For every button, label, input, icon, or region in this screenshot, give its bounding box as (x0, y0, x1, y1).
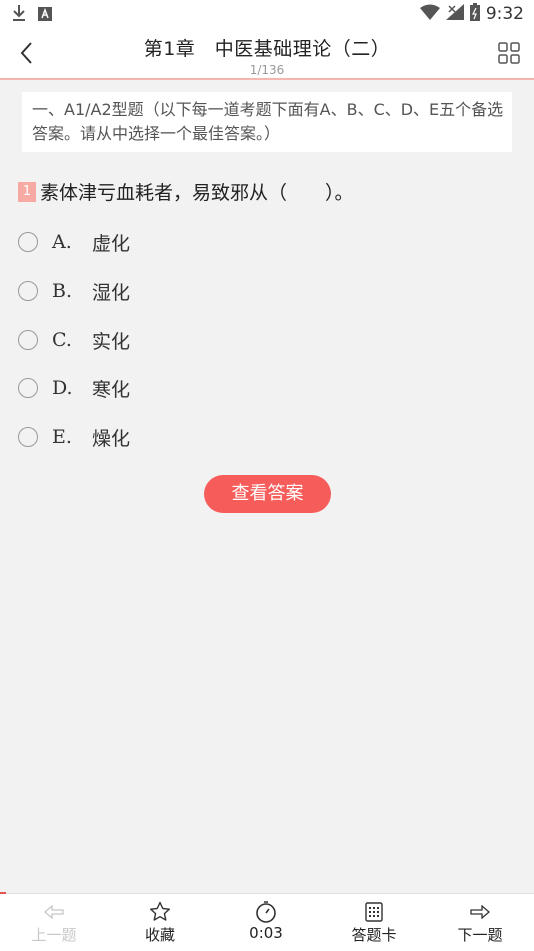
option-text: 燥化 (92, 427, 131, 450)
question-number-badge: 1 (18, 181, 36, 202)
option-e[interactable]: E. 燥化 (18, 423, 130, 451)
bottom-navigation: 上一题 收藏 0:03 答题卡 下一题 (0, 892, 534, 951)
battery-icon (469, 3, 480, 25)
section-instructions: 一、A1/A2型题（以下每一道考题下面有A、B、C、D、E五个备选答案。请从中选… (22, 92, 512, 152)
option-letter: E. (52, 426, 72, 448)
timer: 0:03 (226, 900, 306, 942)
view-answer-button[interactable]: 查看答案 (204, 475, 331, 513)
option-c[interactable]: C. 实化 (18, 326, 130, 354)
option-letter: B. (52, 280, 73, 302)
star-icon (150, 901, 170, 921)
question-progress: 1/136 (249, 63, 285, 77)
radio-icon[interactable] (18, 330, 38, 350)
option-d[interactable]: D. 寒化 (18, 374, 130, 402)
question-stem: 1 素体津亏血耗者，易致邪从（ ）。 (18, 178, 518, 205)
radio-icon[interactable] (18, 281, 38, 301)
status-time: 9:32 (485, 4, 524, 24)
app-notification-icon (38, 6, 52, 25)
option-text: 实化 (92, 330, 131, 353)
app-header: 第1章 中医基础理论（二） 1/136 (0, 28, 534, 80)
answer-card-icon (365, 902, 383, 922)
question-text: 素体津亏血耗者，易致邪从（ ）。 (40, 182, 354, 204)
download-icon (12, 4, 26, 26)
status-bar: 9:32 (0, 0, 534, 28)
option-a[interactable]: A. 虚化 (18, 228, 130, 256)
answer-card-label: 答题卡 (351, 926, 397, 944)
next-question-button[interactable]: 下一题 (440, 900, 520, 945)
arrow-left-icon (44, 905, 64, 919)
signal-icon (445, 4, 464, 24)
option-letter: A. (52, 231, 72, 253)
radio-icon[interactable] (18, 427, 38, 447)
option-letter: C. (52, 329, 72, 351)
prev-question-label: 上一题 (31, 926, 77, 944)
answer-card-button[interactable]: 答题卡 (334, 900, 414, 945)
grid-menu-button[interactable] (498, 42, 520, 64)
favorite-button[interactable]: 收藏 (120, 900, 200, 945)
option-text: 虚化 (92, 232, 131, 255)
next-question-label: 下一题 (457, 926, 503, 944)
option-letter: D. (52, 377, 73, 399)
timer-value: 0:03 (249, 924, 283, 942)
prev-question-button[interactable]: 上一题 (14, 900, 94, 945)
progress-indicator (0, 892, 6, 894)
radio-icon[interactable] (18, 378, 38, 398)
page-title: 第1章 中医基础理论（二） (143, 38, 391, 60)
wifi-icon (419, 4, 440, 24)
grid-icon (498, 42, 520, 64)
favorite-label: 收藏 (144, 926, 175, 944)
arrow-right-icon (470, 905, 490, 919)
radio-icon[interactable] (18, 232, 38, 252)
stopwatch-icon (256, 901, 276, 923)
option-text: 寒化 (92, 378, 131, 401)
option-text: 湿化 (92, 281, 131, 304)
option-b[interactable]: B. 湿化 (18, 277, 130, 305)
